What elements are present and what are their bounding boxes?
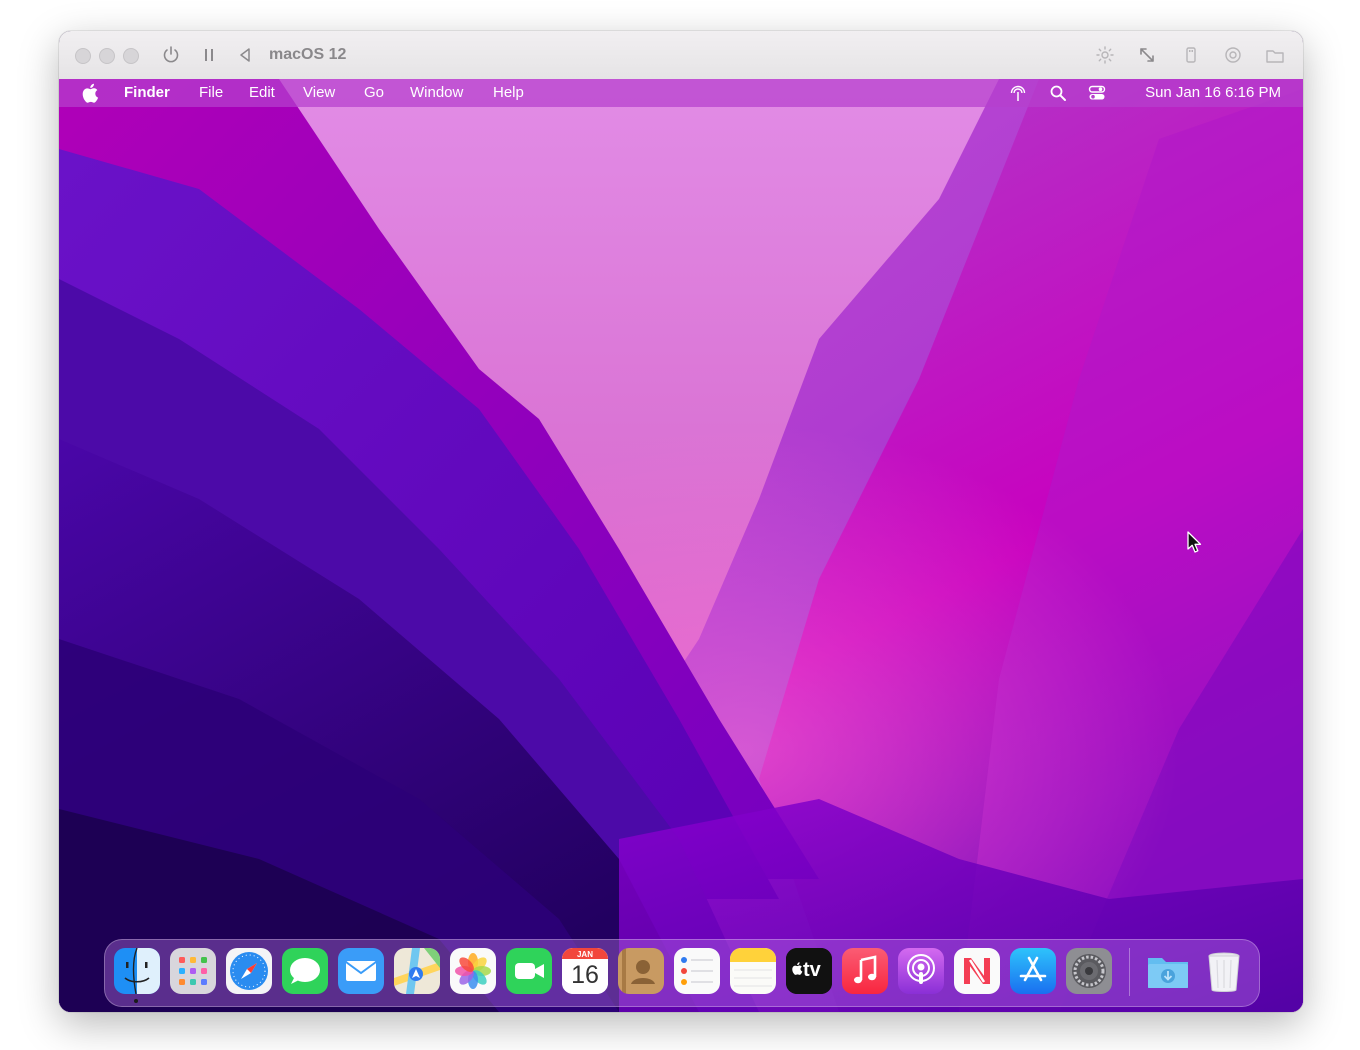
menu-help[interactable]: Help	[493, 84, 524, 101]
finder-icon[interactable]	[114, 948, 160, 994]
photos-icon[interactable]	[450, 948, 496, 994]
back-icon[interactable]	[235, 45, 255, 65]
music-icon[interactable]	[842, 948, 888, 994]
launchpad-icon[interactable]	[170, 948, 216, 994]
tv-label: tv	[803, 959, 821, 981]
menu-app-name[interactable]: Finder	[124, 84, 170, 101]
guest-screen: Finder File Edit View Go Window Help Sun…	[59, 79, 1303, 1012]
finder-running-indicator	[134, 999, 138, 1003]
pause-icon[interactable]	[199, 45, 219, 65]
system-preferences-icon[interactable]	[1066, 948, 1112, 994]
calendar-month-label: JAN	[576, 950, 593, 959]
shared-folder-icon[interactable]	[1265, 45, 1285, 65]
reminders-icon[interactable]	[674, 948, 720, 994]
dock-separator	[1129, 948, 1130, 996]
safari-icon[interactable]	[226, 948, 272, 994]
power-icon[interactable]	[161, 45, 181, 65]
mouse-pointer-icon	[1187, 531, 1202, 553]
menu-bar: Finder File Edit View Go Window Help Sun…	[59, 79, 1303, 107]
brightness-icon[interactable]	[1095, 45, 1115, 65]
calendar-day-label: 16	[571, 961, 599, 989]
apple-menu-icon[interactable]	[81, 83, 99, 103]
resize-icon[interactable]	[1137, 45, 1157, 65]
trash-icon[interactable]	[1201, 948, 1247, 994]
usb-icon[interactable]	[1181, 45, 1201, 65]
minimize-button[interactable]	[99, 48, 115, 64]
contacts-icon[interactable]	[618, 948, 664, 994]
dock: JAN 16 tv	[104, 939, 1260, 1007]
menu-edit[interactable]: Edit	[249, 84, 275, 101]
close-button[interactable]	[75, 48, 91, 64]
news-icon[interactable]	[954, 948, 1000, 994]
calendar-icon[interactable]: JAN 16	[562, 948, 608, 994]
menu-file[interactable]: File	[199, 84, 223, 101]
menu-window[interactable]: Window	[410, 84, 463, 101]
mail-icon[interactable]	[338, 948, 384, 994]
downloads-folder-icon[interactable]	[1145, 948, 1191, 994]
airdrop-signal-icon[interactable]	[1009, 84, 1027, 102]
vm-titlebar: macOS 12	[59, 31, 1303, 80]
maps-icon[interactable]	[394, 948, 440, 994]
notes-icon[interactable]	[730, 948, 776, 994]
desktop-wallpaper	[59, 79, 1303, 1012]
menu-clock[interactable]: Sun Jan 16 6:16 PM	[1145, 84, 1281, 101]
app-store-icon[interactable]	[1010, 948, 1056, 994]
menu-view[interactable]: View	[303, 84, 335, 101]
vm-title: macOS 12	[269, 46, 347, 63]
spotlight-search-icon[interactable]	[1049, 84, 1067, 102]
control-center-icon[interactable]	[1088, 84, 1106, 102]
sharing-icon[interactable]	[1223, 45, 1243, 65]
messages-icon[interactable]	[282, 948, 328, 994]
facetime-icon[interactable]	[506, 948, 552, 994]
menu-go[interactable]: Go	[364, 84, 384, 101]
zoom-button[interactable]	[123, 48, 139, 64]
podcasts-icon[interactable]	[898, 948, 944, 994]
vm-window: macOS 12 Finder File Edit View Go Window…	[59, 31, 1303, 1012]
apple-tv-icon[interactable]: tv	[786, 948, 832, 994]
